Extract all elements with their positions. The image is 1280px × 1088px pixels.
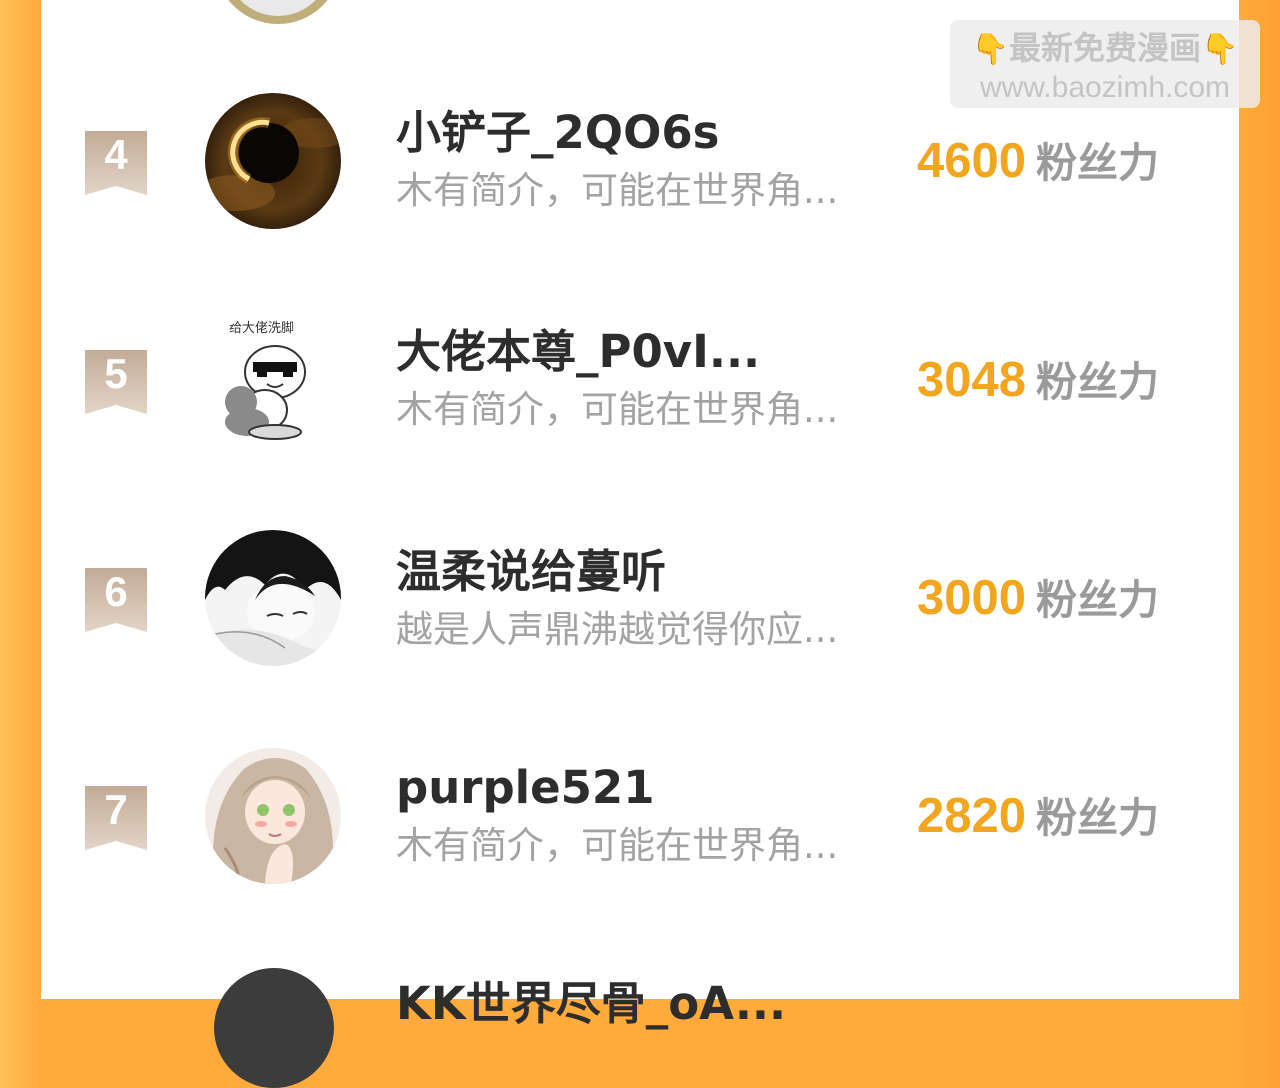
ranking-row[interactable]: 6 温柔说给蔓听 越是人声鼎沸越觉得你应... 3000 粉丝力 xyxy=(0,530,1280,670)
meme-avatar[interactable]: 给大佬洗脚 xyxy=(205,310,341,446)
ranking-row[interactable]: 7 purple521 木有简介，可能在世界角... 2820 粉丝力 xyxy=(0,748,1280,888)
manga-boy-avatar[interactable] xyxy=(205,530,341,666)
user-description: 越是人声鼎沸越觉得你应... xyxy=(396,608,839,651)
user-name[interactable]: 小铲子_2QO6s xyxy=(396,105,719,161)
fans-score: 4600 粉丝力 xyxy=(917,131,1159,202)
fans-unit: 粉丝力 xyxy=(1036,576,1160,624)
fans-unit: 粉丝力 xyxy=(1036,139,1160,187)
eclipse-avatar[interactable] xyxy=(205,93,341,229)
rank-badge: 6 xyxy=(85,568,147,632)
fans-count: 4600 xyxy=(917,134,1027,188)
user-description: 木有简介，可能在世界角... xyxy=(396,169,839,212)
fans-count: 3048 xyxy=(917,353,1027,407)
avatar-partial-bottom[interactable] xyxy=(214,968,334,1088)
fans-score: 3048 粉丝力 xyxy=(917,350,1159,421)
user-description: 木有简介，可能在世界角... xyxy=(396,824,839,867)
fans-score: 2820 粉丝力 xyxy=(917,786,1159,857)
fans-unit: 粉丝力 xyxy=(1036,794,1160,842)
svg-text:给大佬洗脚: 给大佬洗脚 xyxy=(229,320,294,336)
rank-badge: 5 xyxy=(85,350,147,414)
user-name[interactable]: 温柔说给蔓听 xyxy=(396,544,666,600)
user-name[interactable]: 大佬本尊_P0vI... xyxy=(396,324,760,380)
user-description: 木有简介，可能在世界角... xyxy=(396,388,839,431)
fans-count: 2820 xyxy=(917,789,1027,843)
user-name-partial[interactable]: KK世界尽骨_oA... xyxy=(396,976,786,1032)
fans-count: 3000 xyxy=(917,571,1027,625)
fans-unit: 粉丝力 xyxy=(1036,358,1160,406)
user-name[interactable]: purple521 xyxy=(396,760,655,816)
ranking-row[interactable]: 5 给大佬洗脚 大佬本尊_P0vI... 木有简介，可能在世界角... 3048… xyxy=(0,310,1280,450)
ranking-row[interactable]: 4 小铲子_2QO6s 木有简介，可能在世界角... 4600 粉丝力 xyxy=(0,93,1280,233)
anime-girl-avatar[interactable] xyxy=(205,748,341,884)
fans-score: 3000 粉丝力 xyxy=(917,568,1159,639)
watermark-title: 最新免费漫画 xyxy=(1008,29,1201,67)
rank-badge: 4 xyxy=(85,131,147,195)
pointing-down-icon: 👇 xyxy=(1201,32,1239,67)
pointing-down-icon: 👇 xyxy=(971,32,1009,67)
rank-badge: 7 xyxy=(85,786,147,850)
